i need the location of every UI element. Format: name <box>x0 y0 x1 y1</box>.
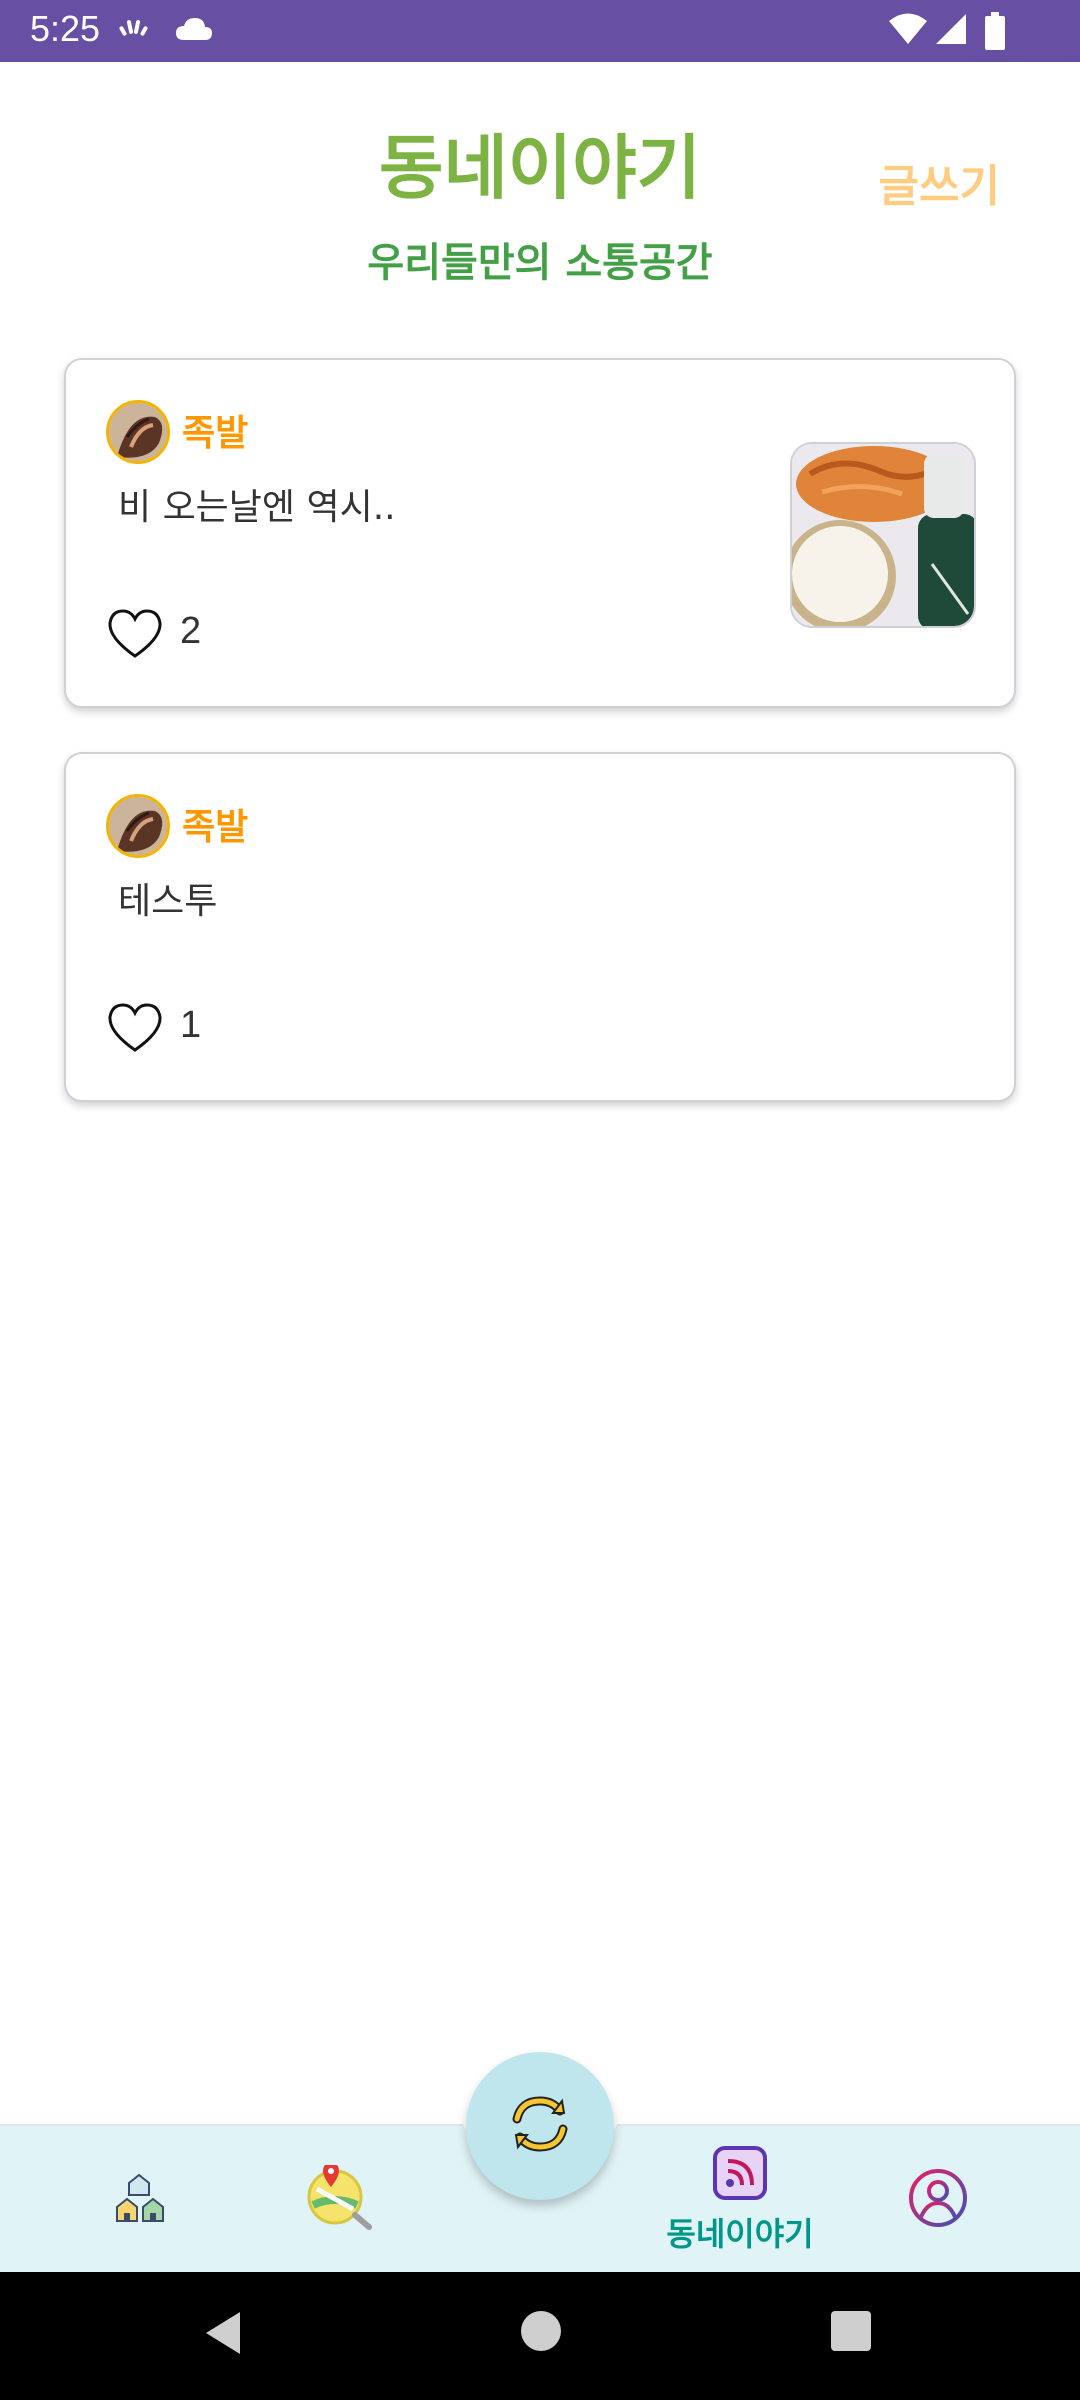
avatar <box>106 794 170 858</box>
signal-icon <box>934 12 968 50</box>
wifi-icon <box>888 12 928 50</box>
post-image[interactable] <box>790 442 976 628</box>
back-icon[interactable] <box>200 2308 246 2362</box>
system-navigation-bar <box>0 2272 1080 2400</box>
nav-map-search[interactable] <box>300 2140 380 2260</box>
post-content: 테스투 <box>118 881 218 922</box>
author-name: 족발 <box>182 413 249 454</box>
refresh-button[interactable] <box>466 2052 614 2200</box>
author-name: 족발 <box>182 807 249 848</box>
avatar <box>106 400 170 464</box>
like-count: 2 <box>180 610 202 652</box>
nav-label: 동네이야기 <box>666 2215 814 2253</box>
post-content: 비 오는날엔 역시.. <box>118 487 396 528</box>
write-button[interactable]: 글쓰기 <box>879 150 1000 214</box>
nav-profile[interactable] <box>898 2140 978 2260</box>
cloud-icon <box>174 14 214 48</box>
like-count: 1 <box>180 1004 202 1046</box>
status-time: 5:25 <box>30 8 101 49</box>
cellular-activity-icon <box>118 14 152 48</box>
nav-home[interactable] <box>100 2140 180 2260</box>
heart-icon[interactable] <box>106 1002 164 1054</box>
battery-icon <box>984 12 1006 54</box>
nav-neighborhood-stories[interactable]: 동네이야기 <box>640 2140 840 2260</box>
feed-icon <box>712 2145 768 2205</box>
map-search-icon <box>305 2163 375 2235</box>
post-card[interactable]: 족발 비 오는날엔 역시.. 2 <box>64 358 1016 708</box>
heart-icon[interactable] <box>106 608 164 660</box>
status-bar: 5:25 <box>0 0 1080 62</box>
page-subtitle: 우리들만의 소통공간 <box>367 240 713 286</box>
home-circle-icon[interactable] <box>520 2310 562 2356</box>
profile-icon <box>907 2167 969 2233</box>
post-card[interactable]: 족발 테스투 1 <box>64 752 1016 1102</box>
refresh-icon <box>507 2091 573 2161</box>
recents-icon[interactable] <box>830 2310 872 2356</box>
home-icon <box>115 2173 165 2227</box>
